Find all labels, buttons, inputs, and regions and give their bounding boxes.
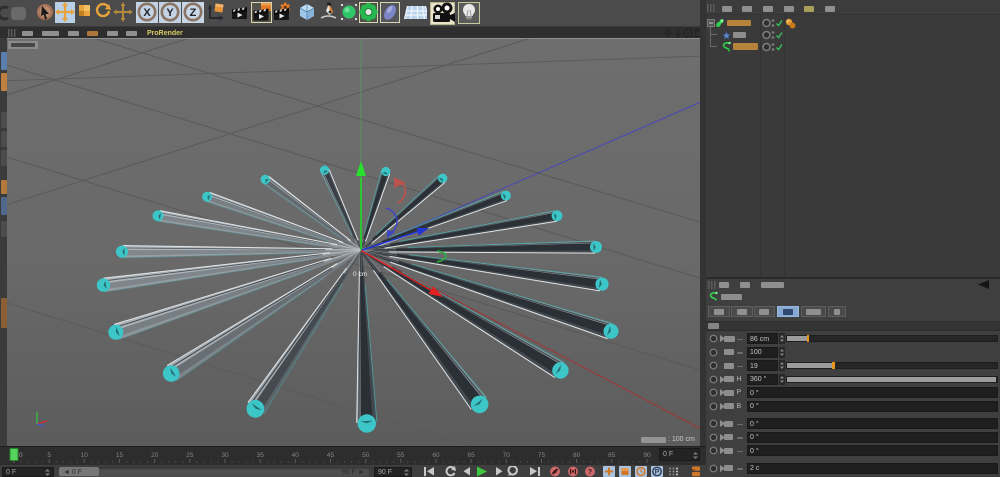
svg-text:65: 65 (467, 452, 475, 459)
svg-text:5: 5 (47, 452, 51, 459)
svg-text:25: 25 (186, 452, 194, 459)
svg-text:80: 80 (573, 452, 581, 459)
svg-text:Z: Z (190, 7, 197, 19)
svg-text:35: 35 (257, 452, 265, 459)
svg-text:X: X (143, 7, 151, 19)
svg-text:45: 45 (327, 452, 335, 459)
svg-text:Y: Y (166, 7, 174, 19)
svg-text:40: 40 (292, 452, 300, 459)
svg-text:15: 15 (116, 452, 124, 459)
svg-text:0 cm: 0 cm (353, 271, 367, 278)
svg-text:75: 75 (538, 452, 546, 459)
svg-text:50: 50 (362, 452, 370, 459)
svg-text:30: 30 (221, 452, 229, 459)
svg-text:P: P (654, 469, 659, 476)
svg-text:20: 20 (151, 452, 159, 459)
svg-text:85: 85 (608, 452, 616, 459)
svg-text:90: 90 (643, 452, 651, 459)
svg-text:?: ? (588, 469, 592, 476)
svg-text:60: 60 (432, 452, 440, 459)
svg-text:70: 70 (503, 452, 511, 459)
svg-text:10: 10 (81, 452, 89, 459)
svg-text:55: 55 (397, 452, 405, 459)
svg-text:0: 0 (19, 452, 23, 459)
